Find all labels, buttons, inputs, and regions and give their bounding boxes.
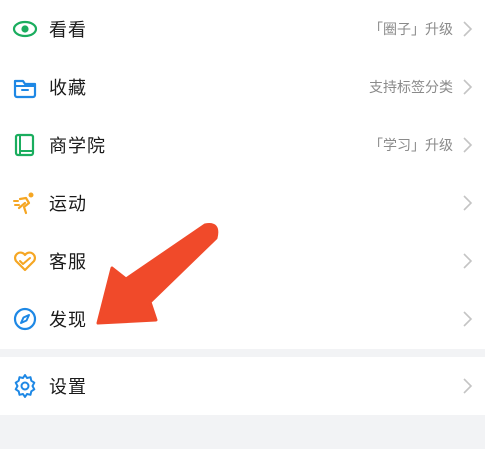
chevron-right-icon	[461, 310, 473, 328]
chevron-right-icon	[461, 377, 473, 395]
menu-item-customer-service[interactable]: 客服	[0, 232, 485, 290]
menu-label: 收藏	[49, 78, 87, 99]
menu-item-sports[interactable]: 运动	[0, 174, 485, 232]
menu-label: 看看	[49, 20, 87, 41]
menu-desc: 「学习」升级	[369, 138, 453, 154]
section-divider	[0, 349, 485, 357]
folder-icon	[12, 74, 38, 100]
eye-icon	[12, 16, 38, 42]
gear-icon	[12, 373, 38, 399]
menu-item-kankan[interactable]: 看看 「圈子」升级	[0, 0, 485, 58]
heart-icon	[12, 248, 38, 274]
compass-icon	[12, 306, 38, 332]
settings-group: 设置	[0, 357, 485, 415]
menu-label: 发现	[49, 310, 87, 331]
chevron-right-icon	[461, 252, 473, 270]
chevron-right-icon	[461, 20, 473, 38]
menu-item-discover[interactable]: 发现	[0, 290, 485, 348]
book-icon	[12, 132, 38, 158]
chevron-right-icon	[461, 194, 473, 212]
chevron-right-icon	[461, 136, 473, 154]
menu-item-business-school[interactable]: 商学院 「学习」升级	[0, 116, 485, 174]
menu-label: 商学院	[49, 136, 106, 157]
chevron-right-icon	[461, 78, 473, 96]
menu-list: 看看 「圈子」升级 收藏 支持标签分类 商学院 「学习」升级 运动 客服 发现	[0, 0, 485, 349]
menu-label: 客服	[49, 252, 87, 273]
menu-item-settings[interactable]: 设置	[0, 357, 485, 415]
menu-desc: 「圈子」升级	[369, 22, 453, 38]
menu-desc: 支持标签分类	[369, 80, 453, 96]
menu-label: 设置	[49, 377, 87, 398]
menu-label: 运动	[49, 194, 87, 215]
running-icon	[12, 190, 38, 216]
menu-item-favorites[interactable]: 收藏 支持标签分类	[0, 58, 485, 116]
